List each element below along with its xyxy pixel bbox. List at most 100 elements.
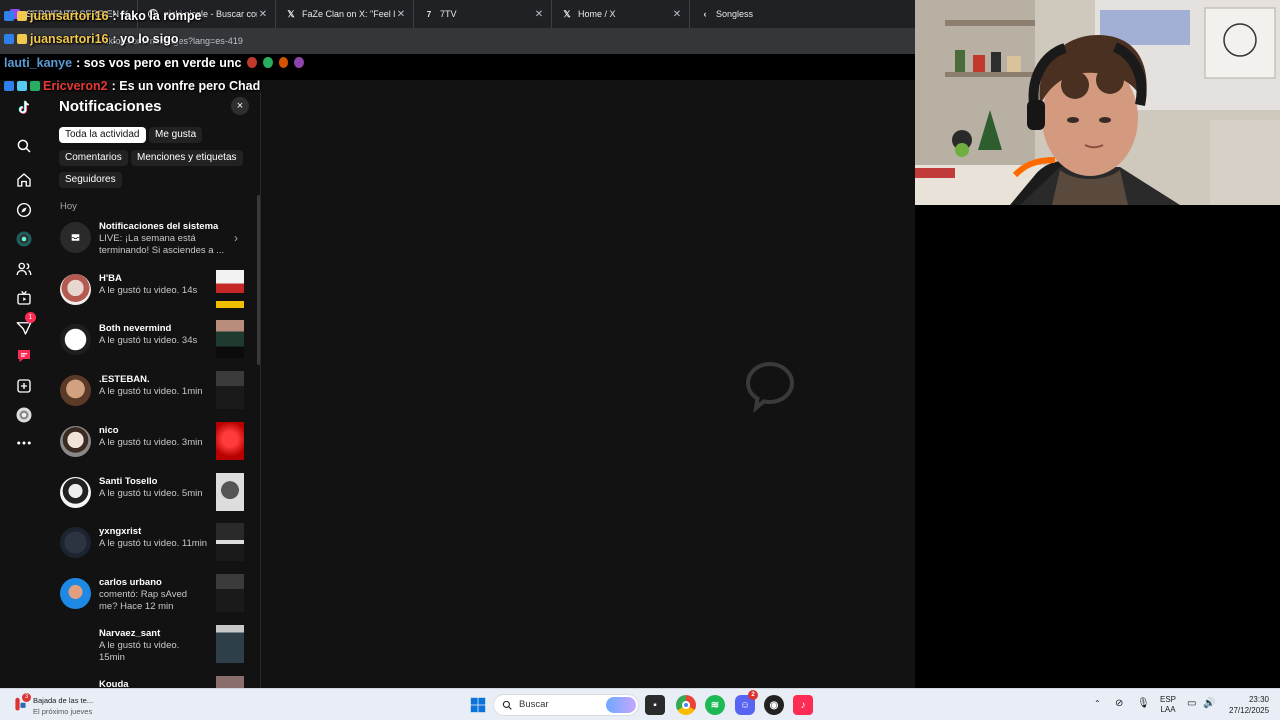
video-thumbnail[interactable] xyxy=(216,270,244,308)
spotify-icon[interactable]: ≋ xyxy=(705,695,725,715)
notification-item[interactable]: yxngxrist A le gustó tu video. 11min xyxy=(60,523,250,568)
explore-icon[interactable] xyxy=(14,200,34,220)
video-thumbnail[interactable] xyxy=(216,676,244,688)
obs-icon[interactable]: ◉ xyxy=(764,695,784,715)
filter-followers[interactable]: Seguidores xyxy=(59,172,122,188)
inbox-badge: 1 xyxy=(25,312,36,323)
home-icon[interactable] xyxy=(14,170,34,190)
chat-badge-icon xyxy=(4,81,14,92)
emote-icon xyxy=(247,57,258,69)
notification-text: LIVE: ¡La semana está terminando! Si asc… xyxy=(99,233,225,256)
notification-text: A le gustó tu video. 5min xyxy=(99,488,203,499)
show-hidden-icons[interactable]: ⌃ xyxy=(1094,699,1101,720)
filter-mentions[interactable]: Menciones y etiquetas xyxy=(131,150,243,166)
filter-all-activity[interactable]: Toda la actividad xyxy=(59,127,146,143)
panel-title: Notificaciones xyxy=(59,98,162,115)
notification-text: A le gustó tu video. 3min xyxy=(99,437,203,448)
scrollbar[interactable] xyxy=(257,195,260,365)
chat-badge-icon xyxy=(17,81,27,92)
video-thumbnail[interactable] xyxy=(216,625,244,663)
emote-icon xyxy=(294,57,304,69)
chat-badge-icon xyxy=(4,34,14,45)
notification-item[interactable]: .ESTEBAN. A le gustó tu video. 1min xyxy=(60,371,250,416)
close-tab-icon[interactable]: ✕ xyxy=(671,9,683,20)
file-manager-icon[interactable]: ▪ xyxy=(645,695,665,715)
more-icon[interactable] xyxy=(14,433,34,453)
chevron-left-icon: ‹ xyxy=(703,9,707,19)
notification-item[interactable]: Santi Tosello A le gustó tu video. 5min xyxy=(60,473,250,518)
notification-name: nico xyxy=(99,425,119,436)
filter-comments[interactable]: Comentarios xyxy=(59,150,128,166)
chrome-icon[interactable] xyxy=(676,695,696,715)
notification-item[interactable]: Narvaez_sant A le gustó tu video. 15min xyxy=(60,625,250,670)
avatar xyxy=(60,578,91,609)
profile-icon[interactable] xyxy=(14,405,34,425)
microphone-icon[interactable]: 🎙 xyxy=(1137,698,1150,720)
chat-badge-icon xyxy=(17,10,27,21)
notification-item-system[interactable]: Notificaciones del sistema LIVE: ¡La sem… xyxy=(60,218,250,263)
tiktok-app-icon[interactable]: ♪ xyxy=(793,695,813,715)
chat-username: lauti_kanye xyxy=(4,55,73,70)
filter-likes[interactable]: Me gusta xyxy=(149,127,203,143)
video-thumbnail[interactable] xyxy=(216,371,244,409)
discord-icon[interactable]: ☺ 2 xyxy=(735,690,758,715)
notification-item[interactable]: H'BA A le gustó tu video. 14s xyxy=(60,270,250,315)
start-button[interactable] xyxy=(468,695,488,715)
avatar xyxy=(60,477,91,508)
notification-name: Both nevermind xyxy=(99,323,172,334)
video-thumbnail[interactable] xyxy=(216,473,244,511)
live-icon[interactable] xyxy=(14,229,34,249)
notification-name: Notificaciones del sistema xyxy=(99,221,219,232)
date-text: 27/12/2025 xyxy=(1229,706,1270,715)
emote-icon xyxy=(263,57,273,69)
close-button[interactable]: × xyxy=(231,97,249,115)
network-off-icon[interactable]: ⊘ xyxy=(1115,698,1123,720)
notification-name: carlos urbano xyxy=(99,577,162,588)
tiktok-logo-icon[interactable] xyxy=(14,98,34,118)
tv-icon[interactable] xyxy=(14,288,34,308)
stream-chat-overlay: juansartori16 : fako la rompe juansartor… xyxy=(4,4,304,98)
friends-icon[interactable] xyxy=(14,259,34,279)
language-indicator[interactable]: ESP LAA xyxy=(1160,695,1176,720)
language-code: ESP xyxy=(1160,695,1177,704)
video-thumbnail[interactable] xyxy=(216,574,244,612)
close-tab-icon[interactable]: ✕ xyxy=(395,9,407,20)
avatar xyxy=(60,274,91,305)
notification-item[interactable]: Both nevermind A le gustó tu video. 34s xyxy=(60,320,250,365)
system-avatar xyxy=(60,222,91,253)
browser-tab[interactable]: 𝕏 Home / X ✕ xyxy=(552,0,690,28)
notification-text: comentó: Rap sAved me? Hace 12 min xyxy=(99,589,188,612)
messages-icon[interactable] xyxy=(14,346,34,366)
volume-icon[interactable]: 🔊 xyxy=(1203,698,1215,720)
chat-username: juansartori16 xyxy=(30,32,109,47)
chat-username: juansartori16 xyxy=(30,8,109,23)
notification-item[interactable]: Kouda xyxy=(60,676,250,688)
notification-item[interactable]: nico A le gustó tu video. 3min xyxy=(60,422,250,467)
chat-badge-icon xyxy=(4,10,14,21)
display-icon[interactable]: ▭ xyxy=(1187,698,1196,720)
browser-tab[interactable]: ‹ Songless xyxy=(690,0,828,28)
screen: SERPIENTE SERPIENTE — Stream - Watch✕ Gn… xyxy=(0,0,1280,720)
windows-logo-icon xyxy=(470,697,486,713)
close-tab-icon[interactable]: ✕ xyxy=(533,9,545,20)
video-thumbnail[interactable] xyxy=(216,422,244,460)
video-thumbnail[interactable] xyxy=(216,320,244,358)
section-heading: Hoy xyxy=(60,201,77,212)
notification-text: A le gustó tu video. 15min xyxy=(99,640,180,663)
weather-widget[interactable]: 3 Bajada de las te... El próximo jueves xyxy=(12,693,122,717)
emote-icon xyxy=(278,57,289,69)
chat-message: lauti_kanye : sos vos pero en verde unc xyxy=(4,51,304,75)
search-icon[interactable] xyxy=(14,136,34,156)
discord-badge: 2 xyxy=(748,690,758,700)
7tv-icon: 7 xyxy=(426,9,432,19)
notification-name: Kouda xyxy=(99,679,129,688)
video-thumbnail[interactable] xyxy=(216,523,244,561)
upload-icon[interactable] xyxy=(14,376,34,396)
chevron-right-icon: › xyxy=(234,231,238,245)
avatar xyxy=(60,375,91,406)
browser-tab[interactable]: 7 7TV ✕ xyxy=(414,0,552,28)
taskbar-search[interactable]: Buscar xyxy=(493,694,639,716)
inbox-icon[interactable]: 1 xyxy=(14,312,36,338)
clock[interactable]: 23:30 27/12/2025 xyxy=(1229,694,1269,720)
notification-item[interactable]: carlos urbano comentó: Rap sAved me? Hac… xyxy=(60,574,250,619)
